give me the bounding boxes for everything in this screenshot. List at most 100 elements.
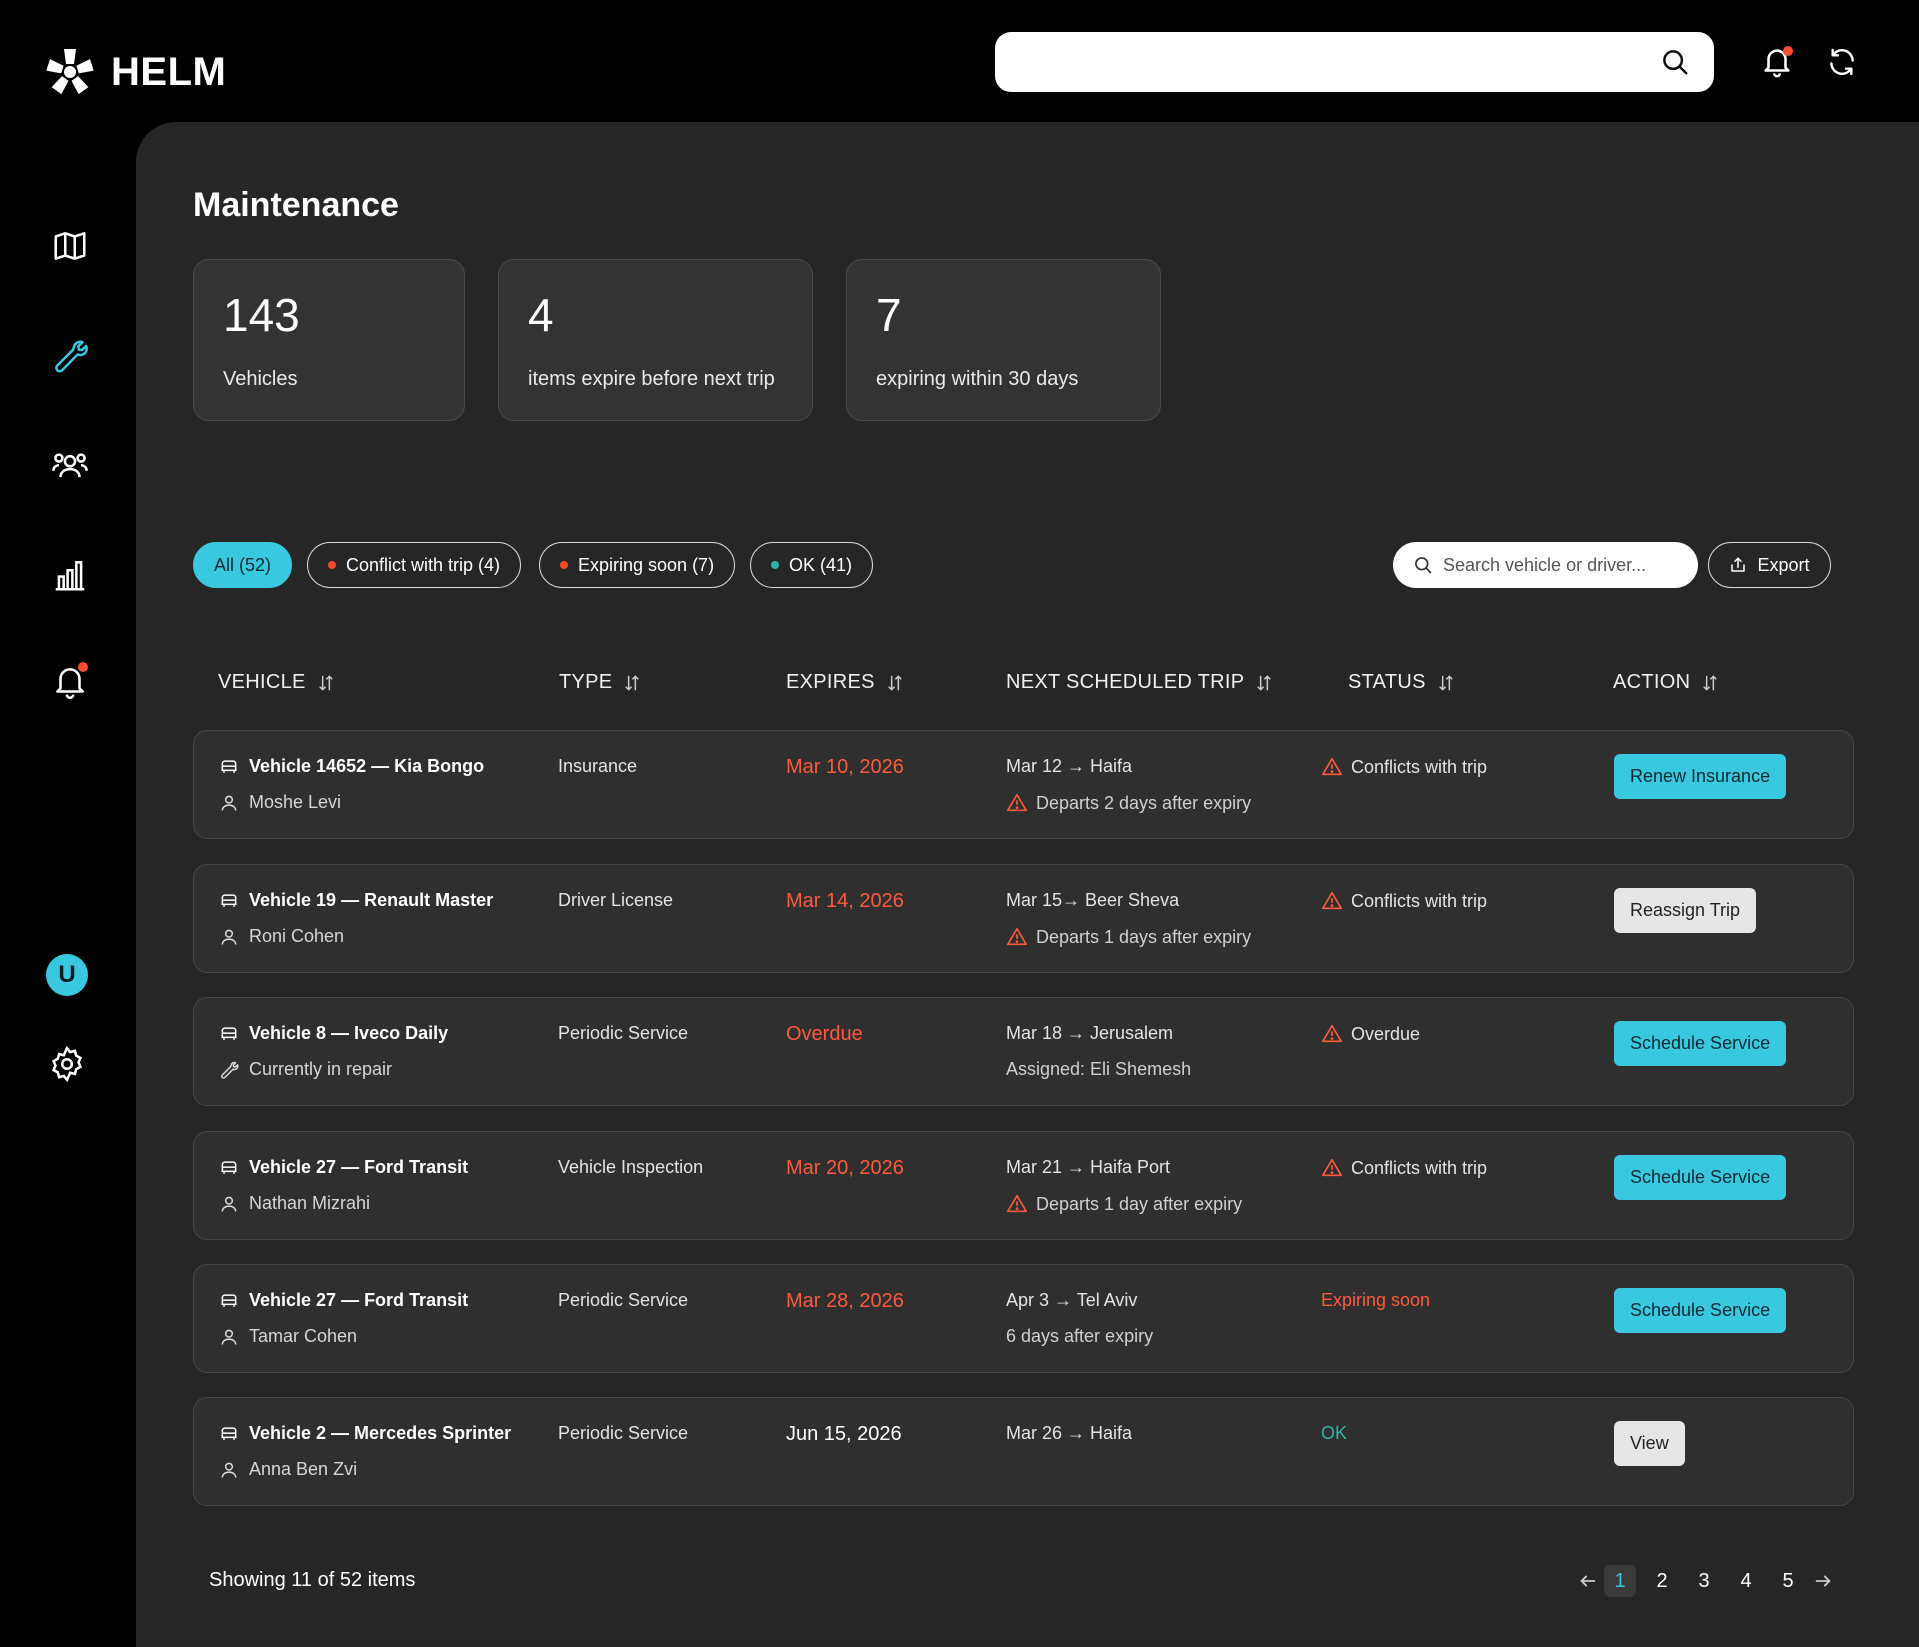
- column-label: EXPIRES: [786, 671, 875, 693]
- vehicle-subtitle: Anna Ben Zvi: [219, 1459, 357, 1480]
- item-type: Driver License: [558, 890, 674, 910]
- stat-label: expiring within 30 days: [876, 368, 1079, 390]
- filter-conflict[interactable]: Conflict with trip (4): [307, 542, 522, 588]
- column-header-vehicle[interactable]: VEHICLE: [218, 671, 336, 694]
- prev-page-icon[interactable]: [1577, 1570, 1599, 1592]
- trip-note: Assigned: Eli Shemesh: [1006, 1059, 1191, 1080]
- column-header-expires[interactable]: EXPIRES: [786, 671, 905, 694]
- filter-label: Conflict with trip (4): [346, 554, 501, 575]
- vehicle-name: Vehicle 14652 — Kia Bongo: [219, 756, 484, 777]
- vehicle-subtitle: Currently in repair: [219, 1059, 392, 1080]
- column-label: NEXT SCHEDULED TRIP: [1006, 671, 1245, 693]
- page-5[interactable]: 5: [1772, 1565, 1804, 1597]
- sidebar-item-alerts[interactable]: [48, 660, 92, 704]
- stat-card-expire-before-trip: 4 items expire before next trip: [498, 259, 813, 421]
- export-button[interactable]: Export: [1708, 542, 1831, 588]
- search-icon[interactable]: [1660, 47, 1690, 77]
- stat-value: 143: [223, 289, 300, 341]
- app-logo[interactable]: HELM: [45, 47, 226, 97]
- notification-dot: [1783, 46, 1793, 56]
- column-label: STATUS: [1348, 671, 1426, 693]
- trip-note-label: Departs 2 days after expiry: [1036, 792, 1252, 813]
- stat-label: Vehicles: [223, 368, 298, 390]
- column-header-type[interactable]: TYPE: [559, 671, 642, 694]
- filter-expiring-soon[interactable]: Expiring soon (7): [539, 542, 736, 588]
- expiry-date: Mar 28, 2026: [786, 1290, 904, 1312]
- page-3[interactable]: 3: [1688, 1565, 1720, 1597]
- sidebar-item-drivers[interactable]: [48, 444, 92, 488]
- row-action-button[interactable]: View: [1614, 1421, 1685, 1466]
- wrench-icon: [55, 340, 88, 373]
- next-page-icon[interactable]: [1812, 1570, 1834, 1592]
- app-name: HELM: [111, 49, 227, 94]
- vehicle-name: Vehicle 8 — Iveco Daily: [219, 1023, 448, 1044]
- notifications-button[interactable]: [1760, 44, 1794, 80]
- next-trip: Mar 15→ Beer Sheva: [1006, 890, 1180, 910]
- sidebar-item-maintenance[interactable]: [48, 334, 92, 378]
- filter-ok[interactable]: OK (41): [750, 542, 874, 588]
- item-type: Periodic Service: [558, 1423, 689, 1443]
- trip-note-label: Departs 1 day after expiry: [1036, 1193, 1243, 1214]
- status-label: Conflicts with trip: [1351, 756, 1488, 777]
- row-action-button[interactable]: Schedule Service: [1614, 1021, 1787, 1066]
- status-dot: [328, 561, 336, 569]
- table-row[interactable]: Vehicle 27 — Ford Transit Tamar Cohen Peri…: [193, 1264, 1854, 1373]
- refresh-icon[interactable]: [1826, 46, 1858, 78]
- column-label: TYPE: [559, 671, 613, 693]
- wrench-icon: [221, 1061, 239, 1079]
- table-search-input[interactable]: Search vehicle or driver...: [1393, 542, 1698, 588]
- table-row[interactable]: Vehicle 14652 — Kia Bongo Moshe Levi Insur…: [193, 730, 1854, 839]
- car-icon: [221, 893, 237, 907]
- page-2[interactable]: 2: [1646, 1565, 1678, 1597]
- expiry-date: Overdue: [786, 1023, 863, 1045]
- status-badge: Overdue: [1321, 1023, 1420, 1045]
- column-header-status[interactable]: STATUS: [1348, 671, 1456, 694]
- table-row[interactable]: Vehicle 2 — Mercedes Sprinter Anna Ben Zv…: [193, 1397, 1854, 1506]
- row-action-button[interactable]: Reassign Trip: [1614, 888, 1757, 933]
- column-header-next-trip[interactable]: NEXT SCHEDULED TRIP: [1006, 671, 1274, 694]
- sidebar-item-reports[interactable]: [48, 553, 92, 597]
- filter-all[interactable]: All (52): [193, 542, 293, 588]
- vehicle-label: Vehicle 27 — Ford Transit: [249, 1157, 469, 1177]
- expiry-date: Mar 20, 2026: [786, 1157, 904, 1179]
- user-icon: [221, 795, 237, 811]
- column-label: ACTION: [1613, 671, 1691, 693]
- search-placeholder: Search vehicle or driver...: [1443, 554, 1647, 575]
- user-avatar[interactable]: U: [46, 954, 88, 996]
- sidebar-item-map[interactable]: [48, 224, 92, 268]
- warning-icon: [1007, 1194, 1027, 1213]
- warning-icon: [1322, 1024, 1342, 1043]
- filter-label: All (52): [214, 554, 272, 575]
- trip-note-label: Assigned: Eli Shemesh: [1006, 1059, 1192, 1079]
- vehicle-subtitle: Roni Cohen: [219, 926, 344, 947]
- item-type: Vehicle Inspection: [558, 1157, 704, 1177]
- row-action-button[interactable]: Schedule Service: [1614, 1288, 1787, 1333]
- status-label: Overdue: [1351, 1023, 1421, 1044]
- vehicle-sub-label: Currently in repair: [249, 1059, 393, 1079]
- car-icon: [221, 1026, 237, 1040]
- next-trip: Apr 3 → Tel Aviv: [1006, 1290, 1138, 1310]
- table-row[interactable]: Vehicle 27 — Ford Transit Nathan Mizrahi V…: [193, 1131, 1854, 1240]
- table-row[interactable]: Vehicle 8 — Iveco Daily Currently in repa…: [193, 997, 1854, 1106]
- trip-note: Departs 1 day after expiry: [1006, 1193, 1242, 1215]
- car-icon: [221, 1160, 237, 1174]
- page-4[interactable]: 4: [1730, 1565, 1762, 1597]
- search-icon: [1415, 557, 1432, 574]
- vehicle-sub-label: Roni Cohen: [249, 926, 345, 946]
- stat-card-expiring-30-days: 7 expiring within 30 days: [846, 259, 1161, 421]
- page-1[interactable]: 1: [1604, 1565, 1636, 1597]
- table-row[interactable]: Vehicle 19 — Renault Master Roni Cohen Dri…: [193, 864, 1854, 973]
- expiry-date: Mar 14, 2026: [786, 890, 904, 912]
- sort-icon: [1703, 674, 1717, 691]
- expiry-date: Mar 10, 2026: [786, 756, 904, 778]
- warning-icon: [1322, 1158, 1342, 1177]
- row-action-button[interactable]: Renew Insurance: [1614, 754, 1787, 799]
- row-action-button[interactable]: Schedule Service: [1614, 1155, 1787, 1200]
- sidebar-item-settings[interactable]: [45, 1042, 89, 1086]
- vehicle-name: Vehicle 19 — Renault Master: [219, 890, 493, 911]
- next-trip: Mar 26 → Haifa: [1006, 1423, 1133, 1443]
- filter-label: OK (41): [789, 554, 853, 575]
- vehicle-label: Vehicle 8 — Iveco Daily: [249, 1023, 449, 1043]
- column-header-action[interactable]: ACTION: [1613, 671, 1720, 694]
- global-search-input[interactable]: [995, 32, 1714, 92]
